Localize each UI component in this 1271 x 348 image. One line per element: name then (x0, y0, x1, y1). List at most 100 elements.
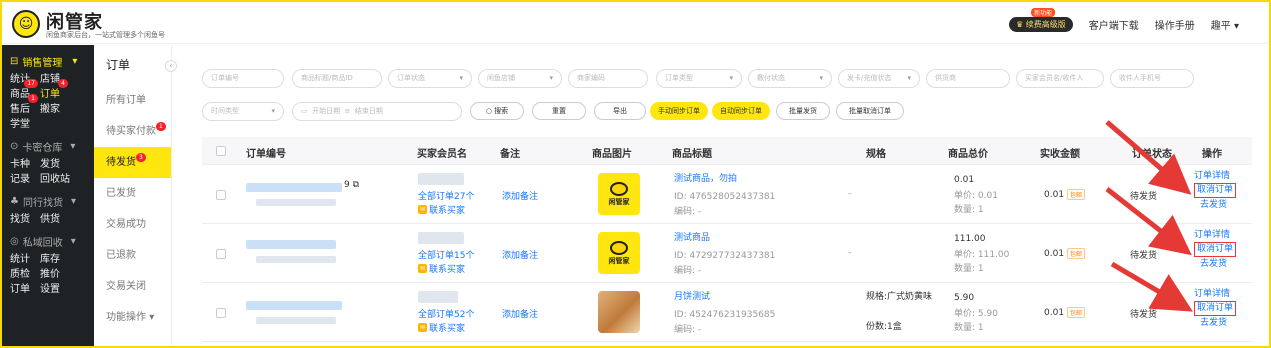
cancel-order-link[interactable]: 取消订单 (1194, 301, 1237, 316)
order-detail-link[interactable]: 订单详情 (1194, 287, 1236, 301)
order-subnav: 订单 ‹ 所有订单 待买家付款 1 待发货 3 已发货 交易成功 已退款 交易关闭 … (94, 45, 177, 346)
nav-goods[interactable]: 商品 17 (10, 79, 38, 100)
row-checkbox[interactable] (216, 249, 226, 259)
spec-text: 规格:广式奶黄味 (866, 292, 933, 302)
order-detail-link[interactable]: 订单详情 (1194, 169, 1236, 183)
shop-select[interactable]: 闲鱼店铺 ▾ (478, 69, 562, 88)
nav-recycle[interactable]: 回收站 (40, 170, 70, 185)
row-ops: 订单详情 取消订单 去发货 (1194, 169, 1237, 212)
contact-buyer-link[interactable]: ✉ 联系买家 (418, 321, 465, 334)
supplier-input[interactable]: 供货商 (926, 69, 1010, 88)
section-peer-sourcing[interactable]: ♣ 同行找货 ▾ (10, 193, 86, 210)
buyer-orders-link[interactable]: 全部订单27个 (418, 189, 474, 202)
nav-orders[interactable]: 订单 4 (40, 79, 68, 100)
vip-badge[interactable]: ♛ 续费高级版 新功能 (1009, 8, 1073, 32)
phone-input[interactable]: 收件人手机号 (1110, 69, 1194, 88)
export-button[interactable]: 导出 (594, 102, 646, 120)
section-card-warehouse[interactable]: ⊙ 卡密仓库 ▾ (10, 138, 86, 155)
contact-label: 联系买家 (429, 265, 466, 275)
date-range-picker[interactable]: ▭ 开始日期 ≡ 结束日期 (292, 102, 462, 121)
subnav-functions[interactable]: 功能操作 ▾ (94, 302, 171, 333)
reset-button[interactable]: 重置 (532, 102, 586, 120)
goods-title-link[interactable]: 测试商品，勿拍 (674, 171, 737, 184)
nav-stock[interactable]: 库存 (40, 250, 60, 265)
goods-title-link[interactable]: 测试商品 (674, 230, 710, 243)
user-name: 趣平 (1210, 21, 1231, 32)
time-type-select[interactable]: 时间类型 ▾ (202, 102, 284, 121)
ship-link[interactable]: 去发货 (1194, 257, 1236, 271)
order-detail-link[interactable]: 订单详情 (1194, 228, 1236, 242)
batch-cancel-button[interactable]: 批量取消订单 (836, 102, 904, 120)
nav-shops[interactable]: 店铺 (40, 70, 60, 85)
add-note-link[interactable]: 添加备注 (502, 248, 538, 261)
batch-ship-button[interactable]: 批量发货 (776, 102, 830, 120)
auto-sync-button[interactable]: 自动同步订单 (712, 102, 770, 120)
merchant-code-input[interactable]: 商家编码 (568, 69, 648, 88)
nav-recycle-orders[interactable]: 订单 (10, 280, 30, 295)
subnav-success[interactable]: 交易成功 (94, 209, 171, 240)
subnav-all-orders[interactable]: 所有订单 (94, 85, 171, 116)
buyer-name-masked (418, 232, 464, 244)
search-button[interactable]: ○ 搜索 (470, 102, 524, 120)
order-no-input[interactable]: 订单编号 (202, 69, 284, 88)
order-status-select[interactable]: 订单状态 ▾ (388, 69, 472, 88)
goods-image: 闲管家 (598, 232, 640, 274)
buyer-orders-link[interactable]: 全部订单15个 (418, 248, 474, 261)
nav-school[interactable]: 学堂 (10, 115, 30, 130)
aftersale-badge: 1 (28, 94, 38, 103)
nav-recycle-stats[interactable]: 统计 (10, 250, 30, 265)
contact-label: 联系买家 (429, 324, 466, 334)
add-note-link[interactable]: 添加备注 (502, 189, 538, 202)
copy-icon[interactable]: ⧉ (353, 180, 359, 190)
order-number-masked (246, 183, 342, 192)
row-checkbox[interactable] (216, 190, 226, 200)
manual-sync-button[interactable]: 手动同步订单 (650, 102, 708, 120)
row-checkbox[interactable] (216, 308, 226, 318)
ship-link[interactable]: 去发货 (1194, 316, 1236, 330)
subnav-await-pay[interactable]: 待买家付款 1 (94, 116, 171, 147)
section-private-recycle[interactable]: ◎ 私域回收 ▾ (10, 233, 86, 250)
download-link[interactable]: 客户端下载 (1089, 17, 1139, 32)
col-status: 订单状态 (1132, 149, 1172, 160)
contact-buyer-link[interactable]: ✉ 联系买家 (418, 203, 465, 216)
nav-find-goods[interactable]: 找货 (10, 210, 30, 225)
goods-code: 编码: - (674, 325, 702, 335)
nav-delivery[interactable]: 发货 (40, 155, 60, 170)
nav-settings[interactable]: 设置 (40, 280, 60, 295)
caret-down-icon: ▾ (271, 107, 275, 115)
cancel-order-link[interactable]: 取消订单 (1194, 242, 1237, 257)
manual-link[interactable]: 操作手册 (1155, 17, 1195, 32)
contact-buyer-link[interactable]: ✉ 联系买家 (418, 262, 465, 275)
nav-card-type[interactable]: 卡种 (10, 155, 30, 170)
subnav-refunded[interactable]: 已退款 (94, 240, 171, 271)
pay-status-select[interactable]: 敷付状态 ▾ (748, 69, 832, 88)
nav-supply[interactable]: 供货 (40, 210, 60, 225)
nav-pricing[interactable]: 推价 (40, 265, 60, 280)
table-row: 全部订单52个 ✉ 联系买家 添加备注 月饼测试 ID: 452476231935… (202, 283, 1252, 342)
buyer-orders-link[interactable]: 全部订单52个 (418, 307, 474, 320)
user-menu[interactable]: 趣平 ▾ (1211, 17, 1239, 32)
nav-move[interactable]: 搬家 (40, 100, 60, 115)
add-note-link[interactable]: 添加备注 (502, 307, 538, 320)
goods-title-input[interactable]: 商品标题/商品ID (292, 69, 382, 88)
order-type-select[interactable]: 订单类型 ▾ (656, 69, 742, 88)
select-all-checkbox[interactable] (216, 146, 226, 156)
buyer-input[interactable]: 买家会员名/收件人 (1016, 69, 1104, 88)
ship-link[interactable]: 去发货 (1194, 198, 1236, 212)
card-status-select[interactable]: 发卡/充值状态 ▾ (838, 69, 920, 88)
subnav-shipped[interactable]: 已发货 (94, 178, 171, 209)
mascot-icon (610, 181, 628, 196)
section-sales[interactable]: ⊟ 销售管理 ▾ (10, 53, 86, 70)
cancel-order-link[interactable]: 取消订单 (1194, 183, 1237, 198)
collapse-icon[interactable]: ‹ (165, 60, 177, 72)
subnav-await-ship[interactable]: 待发货 3 (94, 147, 171, 178)
col-image: 商品图片 (592, 149, 632, 160)
goods-title-link[interactable]: 月饼测试 (674, 289, 710, 302)
total-price: 0.01 (954, 175, 975, 185)
caret-down-icon: ▾ (819, 74, 823, 82)
nav-inspection[interactable]: 质检 (10, 265, 30, 280)
shipping-tag: 包邮 (1067, 307, 1086, 318)
nav-aftersale[interactable]: 售后 1 (10, 94, 38, 115)
subnav-closed[interactable]: 交易关闭 (94, 271, 171, 302)
nav-records[interactable]: 记录 (10, 170, 30, 185)
